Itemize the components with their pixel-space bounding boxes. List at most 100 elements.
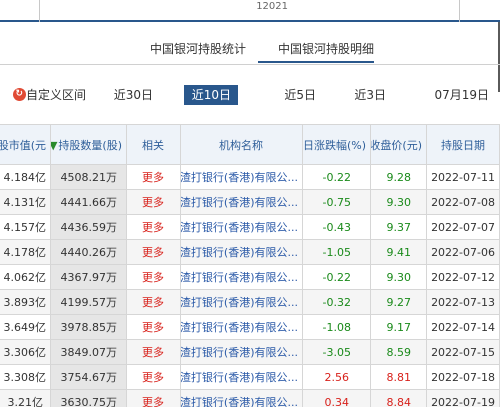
cell-more-link[interactable]: 更多 <box>126 289 181 315</box>
cell-close: 9.27 <box>370 289 427 315</box>
table-row: 2022-07-06 9.41 -1.05 渣打银行(香港)有限公... 更多 … <box>0 239 500 265</box>
cell-org-link[interactable]: 渣打银行(香港)有限公... <box>180 264 303 290</box>
tab-underline <box>0 64 500 65</box>
cell-shares: 4436.59万 <box>50 214 127 240</box>
col-org-header: 机构名称 <box>180 124 303 165</box>
cell-date: 2022-07-14 <box>426 314 500 340</box>
period-30d[interactable]: 近30日 <box>108 85 158 105</box>
cell-date: 2022-07-18 <box>426 364 500 390</box>
cell-org-link[interactable]: 渣打银行(香港)有限公... <box>180 389 303 407</box>
cell-value: 4.131亿 <box>0 189 51 215</box>
col-value-header[interactable]: 持股市值(元 <box>0 124 51 165</box>
cell-shares: 4367.97万 <box>50 264 127 290</box>
col-related-header: 相关 <box>126 124 181 165</box>
cell-more-link[interactable]: 更多 <box>126 314 181 340</box>
cell-shares: 3978.85万 <box>50 314 127 340</box>
cell-change: -0.32 <box>302 289 371 315</box>
sort-down-icon[interactable]: ▼ <box>51 139 58 152</box>
table-row: 2022-07-11 9.28 -0.22 渣打银行(香港)有限公... 更多 … <box>0 164 500 190</box>
cell-change: -0.43 <box>302 214 371 240</box>
cell-org-link[interactable]: 渣打银行(香港)有限公... <box>180 164 303 190</box>
cell-org-link[interactable]: 渣打银行(香港)有限公... <box>180 214 303 240</box>
cell-value: 4.157亿 <box>0 214 51 240</box>
cell-change: -0.75 <box>302 189 371 215</box>
cell-value: 4.178亿 <box>0 239 51 265</box>
cell-value: 4.062亿 <box>0 264 51 290</box>
table-row: 2022-07-14 9.17 -1.08 渣打银行(香港)有限公... 更多 … <box>0 314 500 340</box>
cell-close: 9.28 <box>370 164 427 190</box>
cell-date: 2022-07-12 <box>426 264 500 290</box>
cell-shares: 3754.67万 <box>50 364 127 390</box>
cell-org-link[interactable]: 渣打银行(香港)有限公... <box>180 239 303 265</box>
col-date-header[interactable]: 持股日期 <box>426 124 500 165</box>
cell-more-link[interactable]: 更多 <box>126 364 181 390</box>
cell-shares: 4441.66万 <box>50 189 127 215</box>
cell-date: 2022-07-06 <box>426 239 500 265</box>
top-chart-frame: 12021 <box>0 0 500 22</box>
cell-org-link[interactable]: 渣打银行(香港)有限公... <box>180 364 303 390</box>
cell-change: -1.08 <box>302 314 371 340</box>
cell-change: -3.05 <box>302 339 371 365</box>
table-header-row: 持股日期 当日收盘价(元) 当日涨跌幅(%) 机构名称 相关 ▼持股数量(股) … <box>0 124 500 165</box>
frame-divider <box>459 0 460 22</box>
cell-close: 8.81 <box>370 364 427 390</box>
cell-org-link[interactable]: 渣打银行(香港)有限公... <box>180 289 303 315</box>
period-0719[interactable]: 07月19日 <box>432 85 492 105</box>
cell-more-link[interactable]: 更多 <box>126 264 181 290</box>
col-shares-header[interactable]: ▼持股数量(股) <box>50 124 127 165</box>
tab-holding-stats[interactable]: 中国银河持股统计 <box>130 37 246 63</box>
cell-close: 9.17 <box>370 314 427 340</box>
cell-value: 3.308亿 <box>0 364 51 390</box>
period-10d[interactable]: 近10日 <box>184 85 238 105</box>
cell-date: 2022-07-07 <box>426 214 500 240</box>
cell-date: 2022-07-08 <box>426 189 500 215</box>
holding-table: 持股日期 当日收盘价(元) 当日涨跌幅(%) 机构名称 相关 ▼持股数量(股) … <box>0 124 500 407</box>
cell-value: 3.21亿 <box>0 389 51 407</box>
cell-date: 2022-07-13 <box>426 289 500 315</box>
cell-date: 2022-07-11 <box>426 164 500 190</box>
cell-org-link[interactable]: 渣打银行(香港)有限公... <box>180 339 303 365</box>
tab-holding-detail[interactable]: 中国银河持股明细 <box>258 37 374 63</box>
period-3d[interactable]: 近3日 <box>348 85 392 105</box>
cell-more-link[interactable]: 更多 <box>126 164 181 190</box>
cell-close: 9.30 <box>370 189 427 215</box>
cell-value: 3.306亿 <box>0 339 51 365</box>
cell-more-link[interactable]: 更多 <box>126 389 181 407</box>
cell-org-link[interactable]: 渣打银行(香港)有限公... <box>180 189 303 215</box>
cell-change: -0.22 <box>302 264 371 290</box>
cell-org-link[interactable]: 渣打银行(香港)有限公... <box>180 314 303 340</box>
cell-value: 3.649亿 <box>0 314 51 340</box>
cell-shares: 3849.07万 <box>50 339 127 365</box>
table-row: 2022-07-12 9.30 -0.22 渣打银行(香港)有限公... 更多 … <box>0 264 500 290</box>
cell-close: 9.41 <box>370 239 427 265</box>
chart-date-label: 12021 <box>256 1 288 12</box>
cell-change: -0.22 <box>302 164 371 190</box>
table-row: 2022-07-18 8.81 2.56 渣打银行(香港)有限公... 更多 3… <box>0 364 500 390</box>
cell-value: 4.184亿 <box>0 164 51 190</box>
cell-value: 3.893亿 <box>0 289 51 315</box>
table-row: 2022-07-15 8.59 -3.05 渣打银行(香港)有限公... 更多 … <box>0 339 500 365</box>
table-row: 2022-07-08 9.30 -0.75 渣打银行(香港)有限公... 更多 … <box>0 189 500 215</box>
period-custom[interactable]: 自定义区间 <box>24 85 88 105</box>
cell-more-link[interactable]: 更多 <box>126 214 181 240</box>
period-filter: 07月19日 近3日 近5日 近10日 近30日 自定义区间 ↻ <box>0 85 500 107</box>
table-row: 2022-07-19 8.84 0.34 渣打银行(香港)有限公... 更多 3… <box>0 389 500 407</box>
cell-close: 8.59 <box>370 339 427 365</box>
period-5d[interactable]: 近5日 <box>278 85 322 105</box>
cell-shares: 4440.26万 <box>50 239 127 265</box>
cell-date: 2022-07-19 <box>426 389 500 407</box>
cell-more-link[interactable]: 更多 <box>126 339 181 365</box>
table-row: 2022-07-07 9.37 -0.43 渣打银行(香港)有限公... 更多 … <box>0 214 500 240</box>
cell-more-link[interactable]: 更多 <box>126 189 181 215</box>
cell-close: 9.30 <box>370 264 427 290</box>
cell-change: 2.56 <box>302 364 371 390</box>
table-row: 2022-07-13 9.27 -0.32 渣打银行(香港)有限公... 更多 … <box>0 289 500 315</box>
cell-more-link[interactable]: 更多 <box>126 239 181 265</box>
cell-close: 8.84 <box>370 389 427 407</box>
refresh-icon[interactable]: ↻ <box>13 88 26 101</box>
col-change-header[interactable]: 当日涨跌幅(%) <box>302 124 371 165</box>
mirrored-screenshot: 12021 中国银河持股明细 中国银河持股统计 07月19日 近3日 近5日 近… <box>0 0 500 407</box>
cell-close: 9.37 <box>370 214 427 240</box>
col-close-header[interactable]: 当日收盘价(元) <box>370 124 427 165</box>
cell-date: 2022-07-15 <box>426 339 500 365</box>
